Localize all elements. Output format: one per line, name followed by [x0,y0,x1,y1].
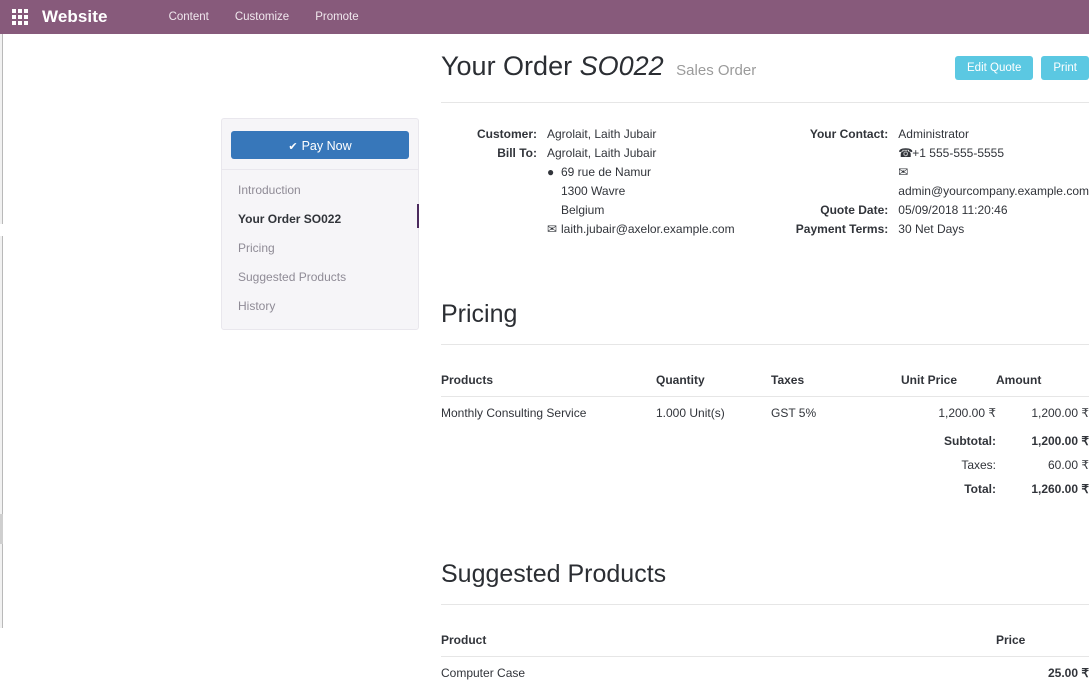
pricing-divider [441,344,1089,345]
header-actions: Edit Quote Print [955,50,1089,80]
nav-item-customize[interactable]: Customize [222,0,302,34]
pay-now-label: Pay Now [302,139,352,153]
contact-column: Your Contact: . . . Quote Date: Payment … [789,125,1089,239]
suggested-divider [441,604,1089,605]
row-product: Monthly Consulting Service [441,397,656,430]
row-amount: 1,200.00 ₹ [996,397,1089,430]
page-subtitle: Sales Order [676,62,756,79]
suggested-product-name[interactable]: Computer Case [441,657,996,689]
nav-item-content[interactable]: Content [156,0,222,34]
page-title-prefix: Your Order [441,51,572,81]
contact-phone-line: ☎+1 555-555-5555 [898,144,1089,163]
pricing-header-row: Products Quantity Taxes Unit Price Amoun… [441,365,1089,397]
total-label: Total: [901,477,996,501]
order-reference: SO022 [580,51,664,81]
suggested-products-section: Suggested Products Product Price Compute… [441,559,1089,689]
table-row: Monthly Consulting Service 1.000 Unit(s)… [441,397,1089,430]
contact-phone: +1 555-555-5555 [912,146,1004,160]
contact-name: Administrator [898,125,1089,144]
column-taxes: Taxes [771,365,901,397]
address-block: Customer: Bill To: Agrolait, Laith Jubai… [441,125,1089,239]
your-contact-label: Your Contact: [789,125,888,144]
total-value: 1,260.00 ₹ [996,477,1089,501]
taxes-value: 60.00 ₹ [996,453,1089,477]
active-section-indicator [417,204,419,228]
taxes-row: Taxes: 60.00 ₹ [441,453,1089,477]
brand-label[interactable]: Website [42,7,108,27]
envelope-icon: ✉ [547,220,561,239]
sidebar-item-suggested-products[interactable]: Suggested Products [222,263,418,292]
payment-terms-label: Payment Terms: [789,220,888,239]
bill-to-email[interactable]: laith.jubair@axelor.example.com [561,222,735,236]
row-quantity: 1.000 Unit(s) [656,397,771,430]
bill-to-street: 69 rue de Namur [561,165,651,179]
check-icon: ✔ [288,141,297,153]
column-product: Product [441,625,996,657]
page-scrollbar[interactable] [0,34,3,628]
order-main-content: Your Order SO022 Sales Order Edit Quote … [441,0,1089,689]
pricing-title: Pricing [441,299,1089,329]
subtotal-value: 1,200.00 ₹ [996,429,1089,453]
edit-quote-button[interactable]: Edit Quote [955,56,1033,80]
suggested-products-table: Product Price Computer Case 25.00 ₹ [441,625,1089,689]
bill-to-email-line: ✉laith.jubair@axelor.example.com [547,220,735,239]
column-price: Price [996,625,1089,657]
top-nav-links: Content Customize Promote [156,0,372,34]
taxes-label: Taxes: [901,453,996,477]
customer-address-column: Customer: Bill To: Agrolait, Laith Jubai… [441,125,781,239]
suggested-header-row: Product Price [441,625,1089,657]
pay-now-button[interactable]: ✔ Pay Now [231,131,409,159]
column-amount: Amount [996,365,1089,397]
column-unit-price: Unit Price [901,365,996,397]
contact-email-icon-line: ✉ [898,163,1089,182]
column-products: Products [441,365,656,397]
bill-to-name: Agrolait, Laith Jubair [547,144,735,163]
row-unit-price: 1,200.00 ₹ [901,397,996,430]
print-button[interactable]: Print [1041,56,1089,80]
column-quantity: Quantity [656,365,771,397]
phone-icon: ☎ [898,144,912,163]
sidebar-item-pricing[interactable]: Pricing [222,234,418,263]
order-sidebar: ✔ Pay Now Introduction Your Order SO022 P… [221,118,419,330]
customer-values: Agrolait, Laith Jubair Agrolait, Laith J… [547,125,735,239]
payment-terms-value: 30 Net Days [898,220,1089,239]
sidebar-item-history[interactable]: History [222,292,418,321]
bill-to-label: Bill To: [441,144,537,163]
scrollbar-thumb[interactable] [0,514,3,544]
order-header: Your Order SO022 Sales Order Edit Quote … [441,0,1089,87]
header-divider [441,102,1089,103]
contact-values: Administrator ☎+1 555-555-5555 ✉ admin@y… [898,125,1089,239]
map-pin-icon: ● [547,163,561,182]
bill-to-street-line: ●69 rue de Namur [547,163,735,182]
apps-grid-icon[interactable] [12,9,28,25]
pricing-table: Products Quantity Taxes Unit Price Amoun… [441,365,1089,501]
bill-to-country: Belgium [547,201,735,220]
subtotal-row: Subtotal: 1,200.00 ₹ [441,429,1089,453]
scrollbar-thumb-top[interactable] [0,224,3,236]
sidebar-nav-list: Introduction Your Order SO022 Pricing Su… [222,176,418,321]
page-title: Your Order SO022 Sales Order [441,50,756,87]
quote-date-label: Quote Date: [789,201,888,220]
suggested-products-title: Suggested Products [441,559,1089,589]
table-row: Computer Case 25.00 ₹ [441,657,1089,689]
customer-label: Customer: [441,125,537,144]
suggested-product-price: 25.00 ₹ [996,657,1089,689]
sidebar-item-your-order[interactable]: Your Order SO022 [222,205,418,234]
contact-email[interactable]: admin@yourcompany.example.com [898,182,1089,201]
bill-to-city: 1300 Wavre [547,182,735,201]
pricing-section: Pricing Products Quantity Taxes Unit Pri… [441,299,1089,501]
envelope-icon: ✉ [898,163,912,182]
total-row: Total: 1,260.00 ₹ [441,477,1089,501]
sidebar-divider [222,169,418,170]
contact-labels: Your Contact: . . . Quote Date: Payment … [789,125,888,239]
subtotal-label: Subtotal: [901,429,996,453]
row-taxes: GST 5% [771,397,901,430]
quote-date-value: 05/09/2018 11:20:46 [898,201,1089,220]
sidebar-item-introduction[interactable]: Introduction [222,176,418,205]
customer-labels: Customer: Bill To: [441,125,537,239]
customer-name: Agrolait, Laith Jubair [547,125,735,144]
nav-item-promote[interactable]: Promote [302,0,371,34]
